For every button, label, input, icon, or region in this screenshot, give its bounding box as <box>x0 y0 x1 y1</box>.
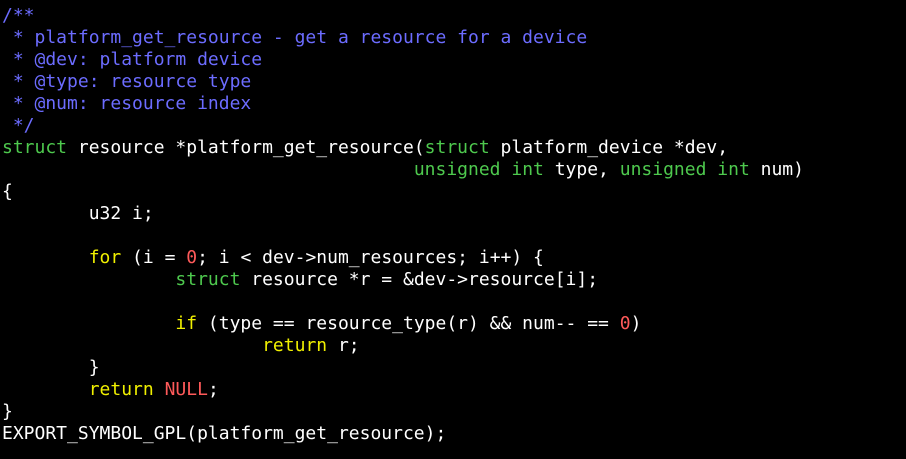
code-token-comment: * @dev: platform device <box>2 49 263 70</box>
code-token-default <box>154 379 165 400</box>
code-token-default: resource *platform_get_resource( <box>67 137 425 158</box>
code-token-default <box>2 335 262 356</box>
code-token-comment: */ <box>2 115 35 136</box>
code-token-comment: * @type: resource type <box>2 71 252 92</box>
code-token-default: (type == resource_type(r) && num-- == <box>197 313 620 334</box>
code-token-comment: /** <box>2 5 35 26</box>
code-token-type: struct <box>175 269 241 290</box>
code-token-type: int <box>511 159 544 180</box>
code-token-default <box>2 247 89 268</box>
code-token-comment: * @num: resource index <box>2 93 252 114</box>
terminal-editor-area[interactable]: /** * platform_get_resource - get a reso… <box>0 0 906 459</box>
code-token-constant: NULL <box>164 379 208 400</box>
code-token-default: platform_device *dev, <box>489 137 729 158</box>
code-token-default: ; i < dev->num_resources; i++) { <box>197 247 544 268</box>
code-token-type: struct <box>424 137 490 158</box>
code-token-default: num) <box>749 159 804 180</box>
code-line: * @dev: platform device <box>2 49 262 71</box>
code-token-keyword: if <box>175 313 198 334</box>
code-token-default: } <box>2 401 13 422</box>
code-line: { <box>2 181 13 203</box>
code-line: struct resource *platform_get_resource(s… <box>2 137 728 159</box>
code-line: return NULL; <box>2 379 219 401</box>
code-line: EXPORT_SYMBOL_GPL(platform_get_resource)… <box>2 423 446 445</box>
code-token-number: 0 <box>186 247 198 268</box>
code-token-default: ) <box>630 313 642 334</box>
code-line: return r; <box>2 335 360 357</box>
code-token-default: (i = <box>121 247 187 268</box>
code-line: u32 i; <box>2 203 154 225</box>
code-line: * @type: resource type <box>2 71 251 93</box>
code-token-keyword: return <box>88 379 154 400</box>
code-line: if (type == resource_type(r) && num-- ==… <box>2 313 641 335</box>
code-line: /** <box>2 5 35 27</box>
code-token-keyword: for <box>88 247 122 268</box>
code-line: unsigned int type, unsigned int num) <box>2 159 804 181</box>
code-token-default <box>2 313 175 334</box>
code-token-type: struct <box>2 137 68 158</box>
code-token-type: int <box>717 159 750 180</box>
code-line: struct resource *r = &dev->resource[i]; <box>2 269 598 291</box>
code-token-default <box>2 379 89 400</box>
code-line: * platform_get_resource - get a resource… <box>2 27 587 49</box>
code-token-default: ; <box>207 379 219 400</box>
code-token-type: unsigned <box>619 159 707 180</box>
code-token-default: EXPORT_SYMBOL_GPL(platform_get_resource)… <box>2 423 447 444</box>
code-token-default: } <box>2 357 100 378</box>
code-token-default <box>2 269 175 290</box>
code-line: } <box>2 357 100 379</box>
code-token-default <box>706 159 717 180</box>
code-token-number: 0 <box>619 313 631 334</box>
code-token-default: resource *r = &dev->resource[i]; <box>240 269 599 290</box>
code-line: } <box>2 401 13 423</box>
code-line: for (i = 0; i < dev->num_resources; i++)… <box>2 247 544 269</box>
code-token-default: r; <box>327 335 360 356</box>
code-token-default <box>2 159 414 180</box>
code-token-default: { <box>2 181 13 202</box>
code-token-type: unsigned <box>413 159 501 180</box>
code-token-default: type, <box>543 159 620 180</box>
code-token-comment: * platform_get_resource - get a resource… <box>2 27 588 48</box>
code-token-default <box>501 159 512 180</box>
code-token-keyword: return <box>262 335 328 356</box>
code-line: */ <box>2 115 35 137</box>
code-line: * @num: resource index <box>2 93 251 115</box>
code-token-default: u32 i; <box>2 203 154 224</box>
